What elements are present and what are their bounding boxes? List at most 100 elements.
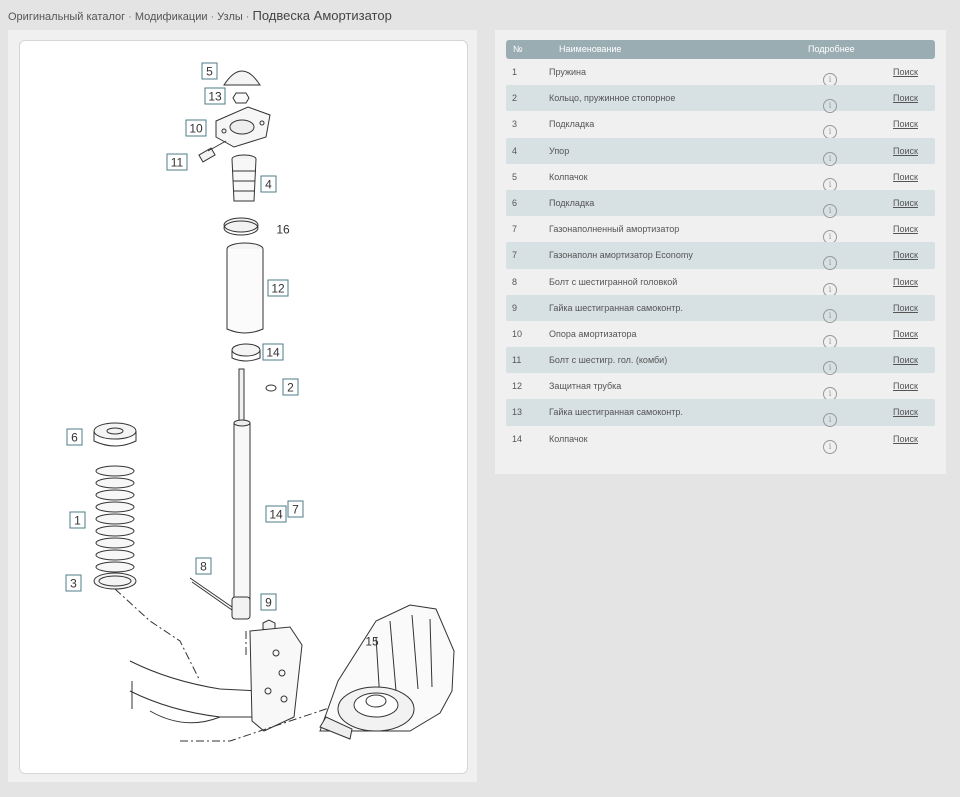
table-row: 8 Болт с шестигранной головкой i Поиск [506, 269, 935, 297]
callout-14[interactable]: 14 [265, 505, 287, 523]
callout-9[interactable]: 9 [260, 593, 277, 611]
callout-14[interactable]: 14 [262, 343, 284, 361]
search-link[interactable]: Поиск [893, 119, 918, 129]
callout-8[interactable]: 8 [195, 557, 212, 575]
part-number: 9 [512, 302, 518, 313]
callout-10[interactable]: 10 [185, 119, 207, 137]
spring-coil [95, 477, 135, 489]
page-title: Подвеска Амортизатор [252, 8, 392, 23]
table-row: 5 Колпачок i Поиск [506, 164, 935, 192]
search-link[interactable]: Поиск [893, 381, 918, 391]
callout-3[interactable]: 3 [65, 574, 82, 592]
table-row: 3 Подкладка i Поиск [506, 111, 935, 140]
part-name: Пружина [549, 67, 586, 77]
column-header-details: Подробнее [808, 44, 855, 54]
part-name: Подкладка [549, 197, 595, 208]
part-number: 8 [512, 276, 518, 287]
part-number: 1 [512, 67, 518, 77]
parts-panel: № Наименование Подробнее 1 Пружина i Поиск 2… [495, 30, 946, 474]
callout-2[interactable]: 2 [282, 378, 299, 396]
spring-coil [95, 501, 135, 513]
table-row: 12 Защитная трубка i Поиск [506, 373, 935, 402]
search-link[interactable]: Поиск [893, 224, 918, 234]
part-name: Гайка шестигранная самоконтр. [549, 302, 683, 313]
table-row: 1 Пружина i Поиск [506, 59, 935, 87]
callout-15[interactable]: 15 [365, 635, 379, 649]
search-link[interactable]: Поиск [893, 146, 918, 156]
callout-5[interactable]: 5 [201, 62, 218, 80]
parts-table: № Наименование Подробнее 1 Пружина i Поиск 2… [506, 40, 935, 454]
exploded-diagram: 5 13 10 11 4 16 12 14 2 6 1 3 8 9 7 14 15 [19, 40, 468, 774]
svg-text:4: 4 [265, 178, 272, 192]
search-link[interactable]: Поиск [893, 303, 918, 313]
search-link[interactable]: Поиск [893, 407, 918, 417]
callout-13[interactable]: 13 [204, 87, 226, 105]
part-number: 3 [512, 119, 518, 130]
breadcrumb: Оригинальный каталог · Модификации · Узлы · По… [8, 8, 392, 23]
part-number: 12 [512, 381, 523, 392]
breadcrumb-separator: · [128, 11, 132, 23]
callout-1[interactable]: 1 [69, 511, 86, 529]
svg-text:14: 14 [266, 346, 280, 360]
spring-coil [95, 489, 135, 501]
breadcrumb-modifications[interactable]: Модификации [135, 11, 208, 23]
part-number: 6 [512, 197, 518, 208]
search-link[interactable]: Поиск [893, 434, 918, 444]
svg-text:6: 6 [71, 431, 78, 445]
svg-text:8: 8 [200, 560, 207, 574]
svg-text:13: 13 [208, 90, 222, 104]
svg-text:14: 14 [269, 508, 283, 522]
column-header-name: Наименование [559, 44, 622, 54]
part-nut [232, 92, 250, 104]
part-number: 11 [512, 355, 522, 366]
breadcrumb-catalog[interactable]: Оригинальный каталог [8, 11, 125, 23]
svg-text:9: 9 [265, 596, 272, 610]
search-link[interactable]: Поиск [893, 172, 918, 182]
table-row: 6 Подкладка i Поиск [506, 189, 935, 218]
svg-text:2: 2 [287, 381, 294, 395]
callout-12[interactable]: 12 [267, 279, 289, 297]
spring-coil [95, 525, 135, 537]
callout-4[interactable]: 4 [260, 175, 277, 193]
table-row: 4 Упор i Поиск [506, 137, 935, 166]
part-number: 5 [512, 171, 518, 182]
callout-11[interactable]: 11 [166, 153, 188, 171]
part-name: Газонаполн амортизатор Economy [549, 250, 693, 261]
part-number: 7 [512, 250, 518, 261]
svg-text:11: 11 [171, 156, 184, 170]
search-link[interactable]: Поиск [893, 250, 918, 260]
table-row: 9 Гайка шестигранная самоконтр. i Поиск [506, 294, 935, 323]
table-row: 13 Гайка шестигранная самоконтр. i Поиск [506, 399, 935, 428]
callout-6[interactable]: 6 [66, 428, 83, 446]
table-row: 7 Газонаполненный амортизатор i Поиск [506, 216, 935, 245]
part-name: Газонаполненный амортизатор [549, 224, 680, 235]
part-name: Болт с шестигр. гол. (комби) [549, 355, 668, 366]
search-link[interactable]: Поиск [893, 277, 918, 287]
search-link[interactable]: Поиск [893, 93, 918, 103]
breadcrumb-units[interactable]: Узлы [217, 11, 243, 23]
part-name: Колпачок [549, 171, 588, 182]
part-name: Болт с шестигранной головкой [549, 276, 678, 287]
search-link[interactable]: Поиск [893, 329, 918, 339]
part-number: 13 [512, 407, 523, 418]
callout-16[interactable]: 16 [276, 223, 290, 237]
search-link[interactable]: Поиск [893, 67, 918, 77]
spring-coil [95, 465, 135, 477]
part-name: Опора амортизатора [549, 328, 637, 339]
part-name: Защитная трубка [549, 381, 622, 392]
svg-text:15: 15 [365, 635, 379, 649]
svg-text:12: 12 [271, 282, 285, 296]
svg-text:1: 1 [74, 514, 81, 528]
table-row: 2 Кольцо, пружинное стопорное i Поиск [506, 85, 935, 114]
part-cap [223, 70, 261, 86]
search-link[interactable]: Поиск [893, 355, 918, 365]
callout-7[interactable]: 7 [287, 500, 304, 518]
table-row: 7 Газонаполн амортизатор Economy i Поиск [506, 242, 935, 271]
part-name: Кольцо, пружинное стопорное [549, 93, 676, 104]
part-number: 14 [512, 433, 523, 444]
search-link[interactable]: Поиск [893, 198, 918, 208]
table-body: 1 Пружина i Поиск 2 Кольцо, пружинное стопорн… [506, 59, 935, 454]
table-row: 10 Опора амортизатора i Поиск [506, 321, 935, 349]
table-row: 11 Болт с шестигр. гол. (комби) i Поиск [506, 347, 935, 376]
svg-text:3: 3 [70, 577, 77, 591]
